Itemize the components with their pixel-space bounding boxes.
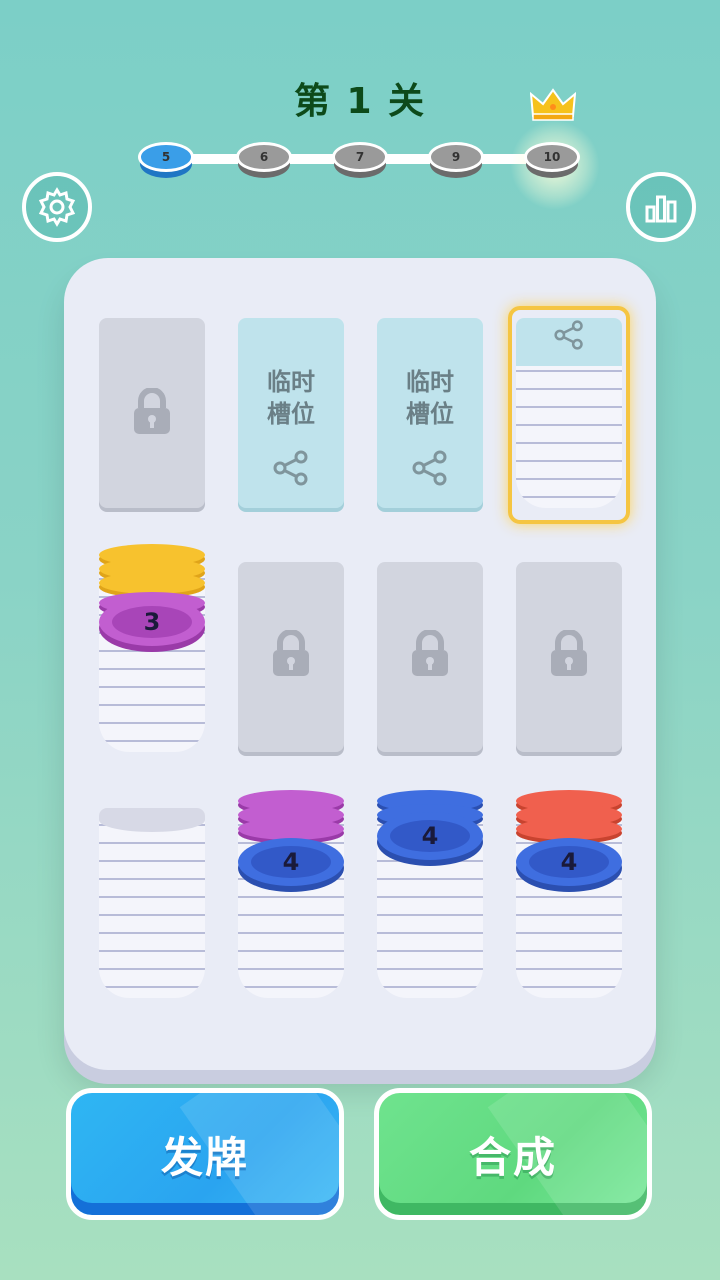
lock-icon [273, 630, 309, 676]
temp-slot-label: 槽位 [267, 400, 315, 428]
stats-button[interactable] [626, 172, 696, 242]
stats-icon [645, 195, 677, 223]
deal-button[interactable]: 发牌 [66, 1088, 344, 1220]
progress-step: 7 [332, 142, 388, 178]
progress-step-current: 5 [138, 142, 194, 178]
temp-slot-label: 槽位 [406, 400, 454, 428]
stack-slot[interactable]: 3 [99, 544, 205, 752]
share-icon [273, 450, 308, 486]
level-title: 第 1 关 [293, 81, 427, 122]
locked-slot[interactable] [238, 562, 344, 752]
stack-count: 4 [529, 846, 609, 878]
locked-slot[interactable] [377, 562, 483, 752]
temp-slot-label: 临时 [406, 368, 454, 396]
gear-icon [38, 187, 76, 227]
progress-step: 6 [236, 142, 292, 178]
temp-slot-label: 临时 [267, 368, 315, 396]
settings-button[interactable] [22, 172, 92, 242]
temp-slot[interactable]: 临时 槽位 [238, 318, 344, 508]
locked-slot[interactable] [99, 318, 205, 508]
progress-step-goal: 10 [524, 142, 580, 178]
deal-button-label: 发牌 [160, 1132, 249, 1182]
merge-button[interactable]: 合成 [374, 1088, 652, 1220]
lock-icon [412, 630, 448, 676]
lock-icon [134, 388, 170, 434]
temp-slot[interactable]: 临时 槽位 [377, 318, 483, 508]
stack-slot[interactable]: 4 [516, 790, 622, 998]
lock-icon [551, 630, 587, 676]
locked-slot[interactable] [516, 562, 622, 752]
chip-stack-top: 4 [377, 812, 483, 860]
chip-stack-top: 4 [516, 838, 622, 886]
merge-button-label: 合成 [468, 1132, 557, 1182]
stack-count: 3 [112, 606, 192, 638]
stack-slot[interactable]: 4 [238, 790, 344, 998]
progress-step: 9 [428, 142, 484, 178]
chip-stack-top: 3 [99, 598, 205, 646]
crown-icon [530, 88, 576, 121]
stack-count: 4 [251, 846, 331, 878]
stack-count: 4 [390, 820, 470, 852]
chip-stack-top: 4 [238, 838, 344, 886]
stack-slot-empty[interactable] [99, 808, 205, 998]
stack-slot[interactable]: 4 [377, 790, 483, 998]
share-icon [554, 320, 583, 350]
temp-slot-stack[interactable] [516, 318, 622, 508]
share-icon [412, 450, 447, 486]
